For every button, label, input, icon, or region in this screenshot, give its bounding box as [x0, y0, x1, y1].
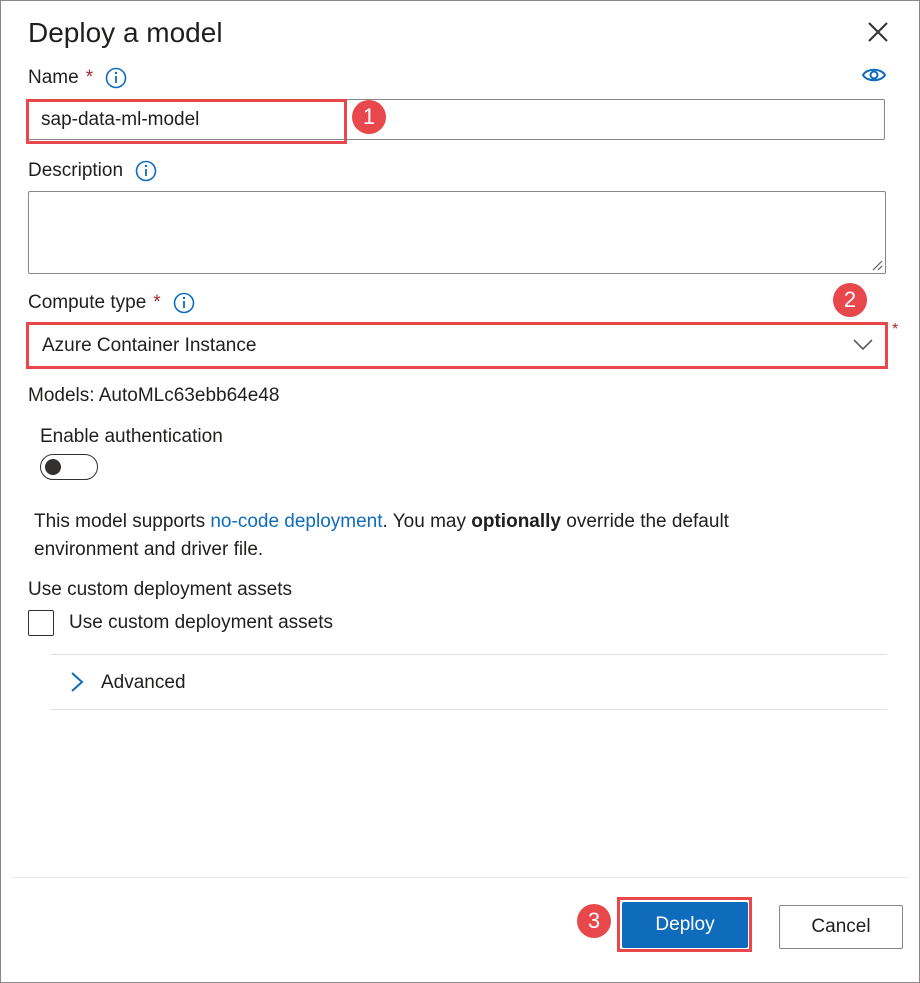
- cancel-button[interactable]: Cancel: [779, 905, 903, 949]
- support-text-bold: optionally: [471, 511, 561, 532]
- name-label-row: Name *: [28, 67, 127, 89]
- deployment-support-text: This model supports no-code deployment. …: [34, 508, 834, 564]
- info-icon[interactable]: [105, 67, 127, 89]
- eye-icon[interactable]: [861, 65, 887, 85]
- step-marker-3: 3: [577, 904, 611, 938]
- step-marker-2: 2: [833, 283, 867, 317]
- enable-authentication-toggle[interactable]: [40, 454, 98, 480]
- info-icon[interactable]: [135, 160, 157, 182]
- no-code-deployment-link[interactable]: no-code deployment: [210, 511, 382, 532]
- custom-assets-checkbox-label[interactable]: Use custom deployment assets: [69, 612, 333, 634]
- name-label: Name: [28, 67, 79, 88]
- deploy-button[interactable]: Deploy: [622, 902, 748, 948]
- name-required-mark: *: [85, 67, 94, 88]
- close-icon: [868, 22, 888, 42]
- custom-assets-section-label: Use custom deployment assets: [28, 579, 293, 600]
- compute-type-selected-value: Azure Container Instance: [42, 335, 257, 356]
- custom-assets-checkbox[interactable]: [28, 610, 54, 636]
- advanced-label: Advanced: [101, 672, 186, 693]
- description-label-row: Description: [28, 160, 157, 182]
- dialog-title: Deploy a model: [28, 17, 223, 48]
- description-textarea[interactable]: [28, 191, 886, 274]
- info-icon[interactable]: [173, 292, 195, 314]
- resize-grip-icon[interactable]: [871, 259, 883, 271]
- name-input[interactable]: [28, 99, 885, 140]
- description-label: Description: [28, 160, 124, 181]
- compute-type-dropdown[interactable]: Azure Container Instance: [28, 324, 886, 367]
- close-button[interactable]: [863, 17, 893, 47]
- toggle-knob: [45, 459, 61, 475]
- compute-type-label: Compute type: [28, 292, 147, 313]
- chevron-down-icon: [853, 339, 873, 351]
- models-text: Models: AutoMLc63ebb64e48: [28, 385, 280, 406]
- chevron-right-icon: [71, 672, 84, 692]
- compute-type-side-required-mark: *: [892, 321, 899, 338]
- enable-authentication-label: Enable authentication: [40, 426, 223, 447]
- support-text-middle: . You may: [382, 511, 472, 532]
- support-text-prefix: This model supports: [34, 511, 211, 532]
- step-marker-1: 1: [352, 100, 386, 134]
- compute-type-label-row: Compute type *: [28, 292, 195, 314]
- advanced-expander[interactable]: Advanced: [51, 654, 887, 710]
- footer-divider: [11, 877, 909, 878]
- compute-type-required-mark: *: [153, 292, 161, 313]
- deploy-model-dialog: Deploy a model Name * 1 Description: [0, 0, 920, 983]
